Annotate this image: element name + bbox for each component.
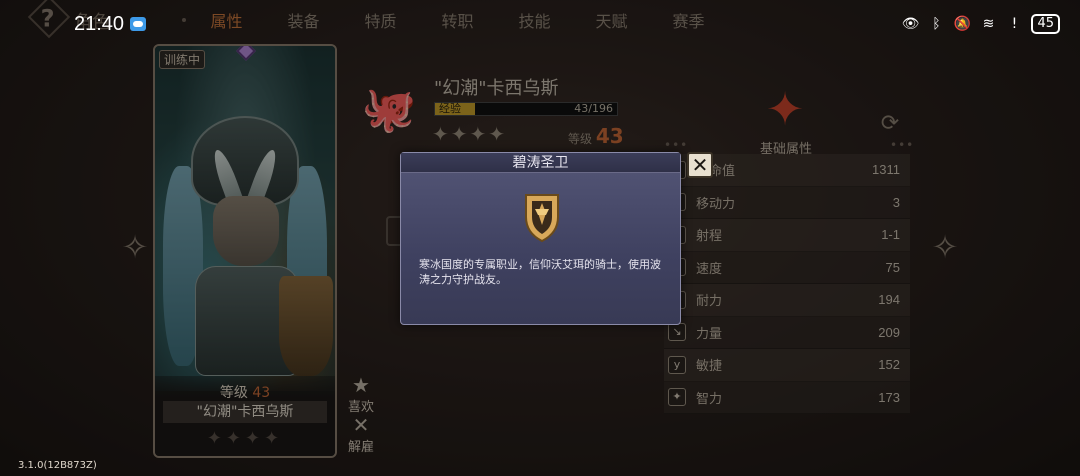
alert-icon: ! bbox=[1011, 16, 1018, 32]
wifi-icon: ≋ bbox=[982, 16, 995, 32]
character-card[interactable]: 训练中 等级 43 "幻潮"卡西乌斯 ✦✦✦✦ bbox=[153, 44, 337, 458]
exp-bar: 经验 43/196 bbox=[434, 102, 618, 116]
attr-label: 耐力 bbox=[696, 294, 723, 310]
tab-class-change[interactable]: 转职 bbox=[419, 8, 496, 32]
attr-value: 209 bbox=[878, 324, 900, 340]
hero-level-label: 等级 bbox=[568, 132, 593, 146]
red-star-icon: ✦ bbox=[765, 82, 805, 136]
mute-icon: 🔕 bbox=[953, 16, 972, 32]
strength-icon: ↘ bbox=[668, 323, 686, 342]
hero-stars: ✦✦✦✦ bbox=[432, 122, 508, 146]
battery-indicator: 45 bbox=[1031, 14, 1060, 34]
attr-row-agility: y 敏捷 152 bbox=[664, 349, 910, 382]
attr-label: 移动力 bbox=[696, 196, 736, 212]
attr-value: 1-1 bbox=[881, 227, 900, 243]
eye-icon: 👁 bbox=[901, 16, 920, 32]
tab-traits[interactable]: 特质 bbox=[342, 8, 419, 32]
attr-value: 194 bbox=[878, 292, 900, 308]
shield-art bbox=[279, 276, 333, 376]
next-character-arrow-icon[interactable]: ✧ bbox=[926, 228, 964, 266]
bluetooth-icon: ᛒ bbox=[932, 16, 941, 32]
attr-label: 射程 bbox=[696, 229, 723, 245]
attr-value: 75 bbox=[885, 259, 900, 275]
top-nav: 属性 装备 特质 转职 技能 天赋 赛季 bbox=[180, 0, 727, 40]
attr-row-speed: ➤ 速度 75 bbox=[664, 251, 910, 284]
helmet-art bbox=[191, 116, 299, 219]
attr-value: 1311 bbox=[872, 162, 900, 178]
hero-name: "幻潮"卡西乌斯 bbox=[434, 78, 559, 99]
agility-icon: y bbox=[668, 355, 686, 374]
panel-dots-left: ••• bbox=[664, 138, 689, 152]
class-emblem-icon bbox=[525, 194, 559, 243]
attr-value: 152 bbox=[878, 357, 900, 373]
attr-label: 智力 bbox=[696, 391, 723, 407]
cross-icon: ✕ bbox=[352, 413, 370, 437]
card-level: 等级 43 bbox=[155, 382, 335, 402]
close-icon[interactable]: ✕ bbox=[687, 152, 713, 178]
attr-value: 173 bbox=[878, 389, 900, 405]
version-label: 3.1.0(12B873Z) bbox=[18, 460, 97, 471]
attr-row-strength: ↘ 力量 209 bbox=[664, 316, 910, 349]
card-name: "幻潮"卡西乌斯 bbox=[163, 401, 327, 423]
attr-row-range: ⌖ 射程 1-1 bbox=[664, 219, 910, 252]
attr-label: 力量 bbox=[696, 326, 723, 342]
attributes-list: ♥ 生命值 1311 » 移动力 3 ⌖ 射程 1-1 ➤ 速度 75 ◈ 耐力… bbox=[664, 154, 910, 414]
cloud-icon bbox=[130, 17, 146, 31]
card-level-value: 43 bbox=[252, 385, 271, 401]
system-icons: 👁 ᛒ 🔕 ≋ ! 45 bbox=[901, 14, 1060, 34]
modal-title: 碧涛圣卫 bbox=[401, 153, 680, 173]
attr-row-stamina: ◈ 耐力 194 bbox=[664, 284, 910, 317]
character-portrait bbox=[155, 46, 335, 391]
training-tag: 训练中 bbox=[159, 50, 206, 69]
dismiss-label: 解雇 bbox=[347, 440, 374, 455]
panel-dots-right: ••• bbox=[890, 138, 915, 152]
dismiss-button[interactable]: ✕ 解雇 bbox=[344, 414, 378, 455]
attr-label: 敏捷 bbox=[696, 359, 723, 375]
card-stars: ✦✦✦✦ bbox=[206, 428, 284, 449]
attr-row-intellect: ✦ 智力 173 bbox=[664, 381, 910, 414]
nav-dot bbox=[182, 18, 186, 22]
class-info-modal: 碧涛圣卫 寒冰国度的专属职业，信仰沃艾珥的骑士，使用波涛之力守护战友。 bbox=[400, 152, 681, 325]
card-level-label: 等级 bbox=[219, 385, 248, 401]
attr-value: 3 bbox=[892, 194, 900, 210]
attr-row-move: » 移动力 3 bbox=[664, 186, 910, 219]
hero-level-value: 43 bbox=[595, 124, 624, 148]
tab-attributes[interactable]: 属性 bbox=[188, 8, 265, 32]
star-icon: ★ bbox=[352, 373, 370, 397]
attr-label: 生命值 bbox=[696, 164, 736, 180]
tab-talents[interactable]: 天赋 bbox=[573, 8, 650, 32]
hero-level: 等级 43 bbox=[568, 124, 624, 148]
exp-value: 43/196 bbox=[574, 102, 613, 115]
intellect-icon: ✦ bbox=[668, 388, 686, 407]
octopus-class-icon: 🐙 bbox=[361, 84, 417, 135]
tab-season[interactable]: 赛季 bbox=[650, 8, 727, 32]
refresh-icon[interactable]: ⟳ bbox=[876, 110, 904, 138]
status-time: 21:40 bbox=[74, 13, 125, 35]
exp-label: 经验 bbox=[439, 102, 461, 115]
like-button[interactable]: ★ 喜欢 bbox=[344, 374, 378, 415]
modal-description: 寒冰国度的专属职业，信仰沃艾珥的骑士，使用波涛之力守护战友。 bbox=[419, 258, 661, 286]
previous-character-arrow-icon[interactable]: ✧ bbox=[116, 228, 154, 266]
attr-label: 速度 bbox=[696, 261, 723, 277]
help-icon[interactable]: ? bbox=[27, 0, 71, 39]
tab-skills[interactable]: 技能 bbox=[496, 8, 573, 32]
tab-equipment[interactable]: 装备 bbox=[265, 8, 342, 32]
